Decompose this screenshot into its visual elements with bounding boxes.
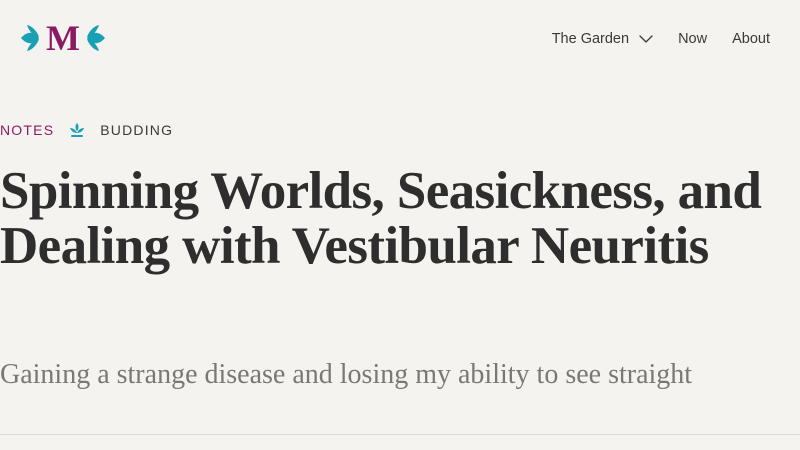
- divider: [0, 434, 800, 435]
- growth-stage-label: BUDDING: [100, 122, 174, 138]
- nav-item-label: About: [732, 31, 770, 47]
- nav-item-label: The Garden: [551, 31, 630, 47]
- leaf-monogram-logo-icon: M: [21, 20, 105, 56]
- nav-item-label: Now: [678, 31, 708, 47]
- sprout-icon: [70, 123, 85, 137]
- main-nav: The Garden Now About: [552, 29, 770, 49]
- post-meta: NOTES BUDDING: [0, 120, 173, 140]
- chevron-down-icon: [639, 35, 653, 43]
- nav-item-the-garden[interactable]: The Garden: [552, 31, 653, 47]
- nav-item-now[interactable]: Now: [678, 31, 707, 47]
- logo-letter: M: [46, 20, 80, 56]
- site-header: M The Garden Now About: [0, 0, 800, 76]
- category-link-notes[interactable]: NOTES: [0, 122, 54, 138]
- page-title: Spinning Worlds, Seasickness, and Dealin…: [0, 162, 762, 275]
- page-subtitle: Gaining a strange disease and losing my …: [0, 359, 693, 390]
- nav-item-about[interactable]: About: [732, 31, 770, 47]
